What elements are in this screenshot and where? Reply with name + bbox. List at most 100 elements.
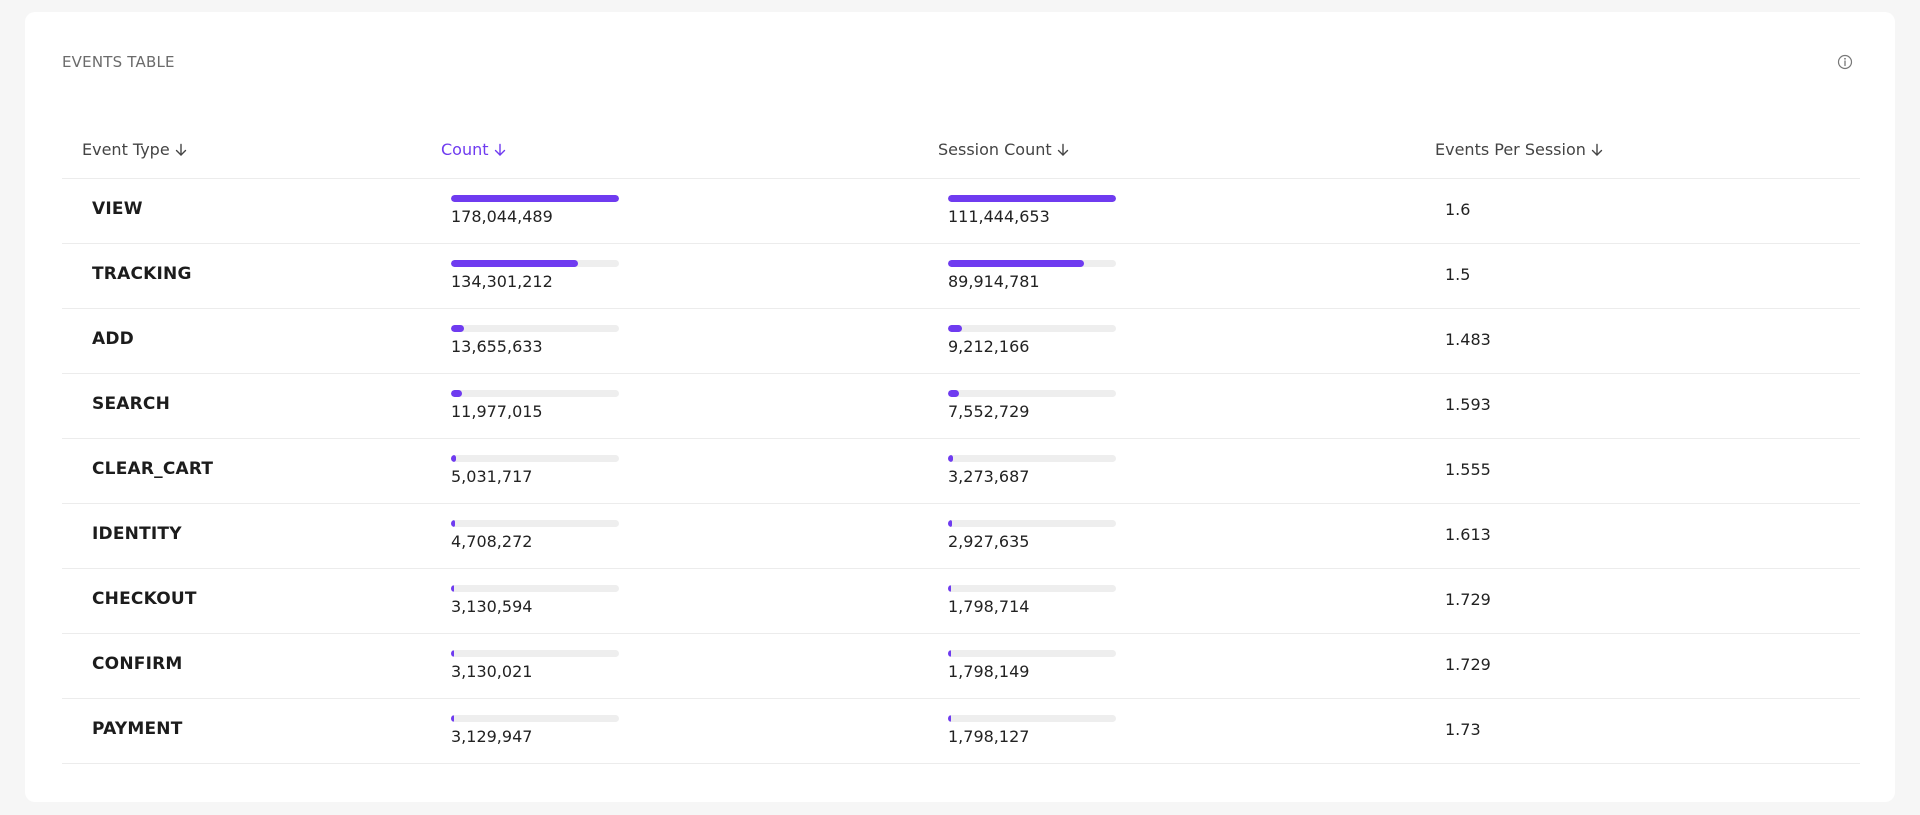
event-type-cell: PAYMENT <box>92 719 183 739</box>
events-table: Event Type Count Session Count Events Pe… <box>62 118 1860 764</box>
event-type-cell: ADD <box>92 329 134 349</box>
count-bar-track <box>451 585 619 592</box>
count-cell: 4,708,272 <box>451 520 619 551</box>
session-bar-fill <box>948 325 962 332</box>
count-bar-track <box>451 325 619 332</box>
info-circle-icon[interactable] <box>1837 54 1853 70</box>
count-bar-fill <box>451 390 463 397</box>
table-row: ADD 13,655,633 9,212,166 1.483 <box>62 309 1860 374</box>
table-row: TRACKING 134,301,212 89,914,781 1.5 <box>62 244 1860 309</box>
count-bar-fill <box>451 325 464 332</box>
events-per-session-cell: 1.555 <box>1445 460 1491 479</box>
column-header-count[interactable]: Count <box>441 140 507 159</box>
table-row: PAYMENT 3,129,947 1,798,127 1.73 <box>62 699 1860 764</box>
session-bar-track <box>948 585 1116 592</box>
event-type-cell: CONFIRM <box>92 654 183 674</box>
count-bar-track <box>451 195 619 202</box>
session-bar-fill <box>948 390 960 397</box>
count-bar-track <box>451 455 619 462</box>
session-bar-fill <box>948 715 951 722</box>
session-count-value: 1,798,127 <box>948 727 1030 746</box>
count-bar-fill <box>451 520 456 527</box>
count-value: 3,130,021 <box>451 662 533 681</box>
session-bar-track <box>948 520 1116 527</box>
table-row: CONFIRM 3,130,021 1,798,149 1.729 <box>62 634 1860 699</box>
count-bar-fill <box>451 715 454 722</box>
column-header-event-type[interactable]: Event Type <box>82 140 188 159</box>
session-count-cell: 3,273,687 <box>948 455 1116 486</box>
session-count-value: 3,273,687 <box>948 467 1030 486</box>
session-bar-track <box>948 195 1116 202</box>
count-cell: 11,977,015 <box>451 390 619 421</box>
events-table-card: EVENTS TABLE Event Type Count Session Co… <box>25 12 1895 802</box>
count-bar-fill <box>451 260 578 267</box>
event-type-cell: TRACKING <box>92 264 192 284</box>
session-count-value: 111,444,653 <box>948 207 1050 226</box>
table-row: CLEAR_CART 5,031,717 3,273,687 1.555 <box>62 439 1860 504</box>
column-header-events-per-session[interactable]: Events Per Session <box>1435 140 1604 159</box>
events-per-session-cell: 1.6 <box>1445 200 1471 219</box>
table-row: VIEW 178,044,489 111,444,653 1.6 <box>62 179 1860 244</box>
session-count-value: 7,552,729 <box>948 402 1030 421</box>
event-type-cell: VIEW <box>92 199 143 219</box>
event-type-cell: CHECKOUT <box>92 589 197 609</box>
count-value: 178,044,489 <box>451 207 553 226</box>
session-count-value: 89,914,781 <box>948 272 1040 291</box>
sort-arrow-down-icon <box>1591 143 1603 156</box>
session-bar-track <box>948 390 1116 397</box>
session-bar-fill <box>948 260 1084 267</box>
events-per-session-cell: 1.729 <box>1445 590 1491 609</box>
column-header-label: Events Per Session <box>1435 140 1586 159</box>
count-cell: 134,301,212 <box>451 260 619 291</box>
table-row: CHECKOUT 3,130,594 1,798,714 1.729 <box>62 569 1860 634</box>
count-cell: 3,129,947 <box>451 715 619 746</box>
count-bar-track <box>451 650 619 657</box>
sort-arrow-down-icon <box>1057 143 1068 156</box>
card-title: EVENTS TABLE <box>62 53 175 71</box>
event-type-cell: CLEAR_CART <box>92 459 214 479</box>
count-bar-track <box>451 715 619 722</box>
session-bar-track <box>948 325 1116 332</box>
session-bar-fill <box>948 650 951 657</box>
event-type-cell: IDENTITY <box>92 524 182 544</box>
session-count-cell: 89,914,781 <box>948 260 1116 291</box>
count-cell: 3,130,594 <box>451 585 619 616</box>
session-count-cell: 9,212,166 <box>948 325 1116 356</box>
count-value: 3,130,594 <box>451 597 533 616</box>
events-per-session-cell: 1.613 <box>1445 525 1491 544</box>
sort-arrow-down-icon <box>494 143 505 156</box>
column-header-label: Session Count <box>938 140 1052 159</box>
session-count-cell: 7,552,729 <box>948 390 1116 421</box>
session-bar-fill <box>948 455 953 462</box>
count-value: 5,031,717 <box>451 467 533 486</box>
count-bar-fill <box>451 650 454 657</box>
events-per-session-cell: 1.593 <box>1445 395 1491 414</box>
session-bar-fill <box>948 520 953 527</box>
count-bar-track <box>451 260 619 267</box>
table-row: SEARCH 11,977,015 7,552,729 1.593 <box>62 374 1860 439</box>
count-bar-fill <box>451 455 456 462</box>
count-value: 4,708,272 <box>451 532 533 551</box>
session-count-value: 1,798,149 <box>948 662 1030 681</box>
count-cell: 178,044,489 <box>451 195 619 226</box>
count-cell: 5,031,717 <box>451 455 619 486</box>
session-count-value: 2,927,635 <box>948 532 1030 551</box>
event-type-cell: SEARCH <box>92 394 171 414</box>
session-count-value: 9,212,166 <box>948 337 1030 356</box>
sort-arrow-down-icon <box>175 143 186 156</box>
count-bar-fill <box>451 195 619 202</box>
session-bar-track <box>948 715 1116 722</box>
session-count-cell: 1,798,149 <box>948 650 1116 681</box>
session-bar-fill <box>948 195 1116 202</box>
session-count-cell: 2,927,635 <box>948 520 1116 551</box>
table-body: VIEW 178,044,489 111,444,653 1.6 TRACKING 134… <box>62 179 1860 764</box>
count-cell: 3,130,021 <box>451 650 619 681</box>
count-value: 13,655,633 <box>451 337 543 356</box>
session-bar-track <box>948 455 1116 462</box>
count-value: 11,977,015 <box>451 402 543 421</box>
session-count-value: 1,798,714 <box>948 597 1030 616</box>
session-bar-fill <box>948 585 951 592</box>
events-per-session-cell: 1.5 <box>1445 265 1471 284</box>
column-header-session-count[interactable]: Session Count <box>938 140 1070 159</box>
table-header: Event Type Count Session Count Events Pe… <box>62 118 1860 179</box>
